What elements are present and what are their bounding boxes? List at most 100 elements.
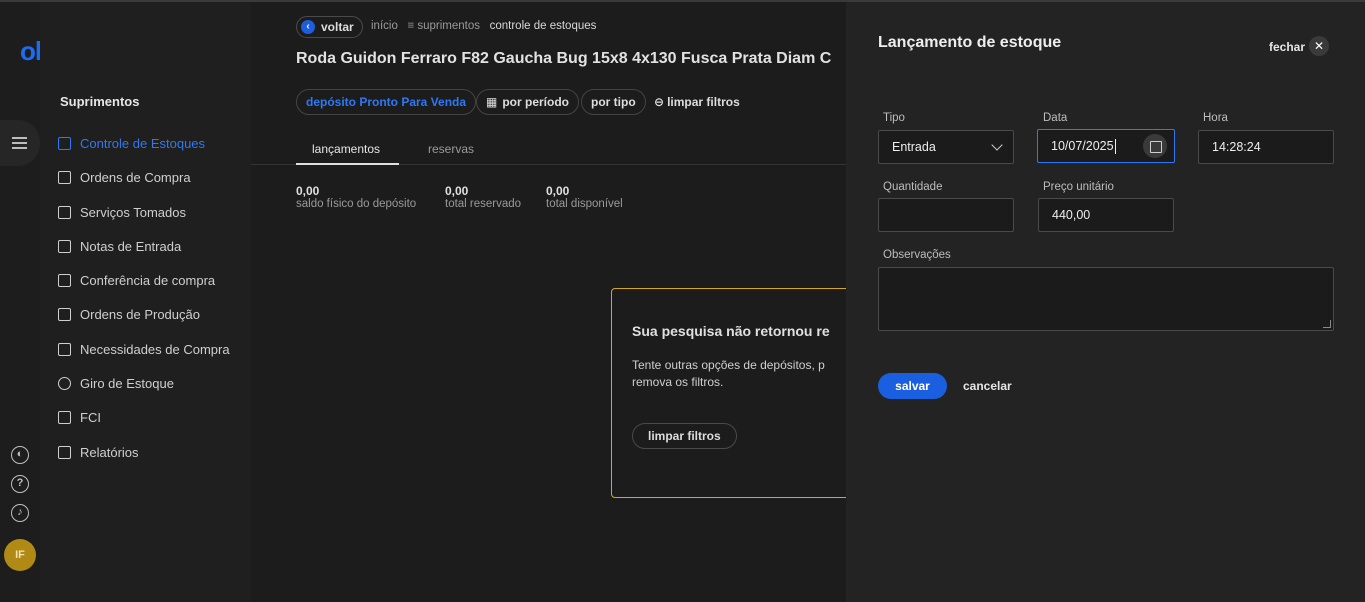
deposit-filter-chip[interactable]: depósito Pronto Para Venda	[296, 89, 477, 115]
notifications-bell-icon[interactable]: ♪	[11, 504, 29, 522]
refresh-icon	[58, 376, 71, 390]
type-filter-chip[interactable]: por tipo	[581, 89, 646, 115]
close-icon[interactable]: ✕	[1309, 36, 1329, 56]
tipo-value: Entrada	[892, 140, 936, 154]
stat-saldo-fisico: 0,00 saldo físico do depósito	[296, 184, 416, 210]
calendar-icon[interactable]	[1143, 134, 1167, 158]
stat-label: total disponível	[546, 198, 623, 210]
sidebar-item-label: Giro de Estoque	[80, 375, 174, 391]
sidebar-item-label: FCI	[80, 409, 101, 425]
preco-unitario-value: 440,00	[1052, 208, 1091, 222]
sidebar-item-label: Relatórios	[80, 444, 139, 460]
hora-value: 14:28:24	[1212, 140, 1261, 154]
hamburger-icon	[12, 137, 27, 139]
menu-toggle-button[interactable]	[0, 120, 40, 166]
active-tab-indicator	[296, 163, 399, 165]
preco-unitario-input[interactable]: 440,00	[1038, 198, 1174, 232]
sidebar-item-label: Conferência de compra	[80, 272, 216, 288]
gift-icon	[58, 273, 71, 287]
grid-icon	[58, 136, 71, 150]
icon-rail: olist ◐ ? ♪ IF	[0, 2, 69, 602]
stat-value: 0,00	[546, 184, 570, 198]
sidebar-item-notas-de-entrada[interactable]: Notas de Entrada	[58, 236, 181, 256]
back-button[interactable]: ‹ voltar	[296, 16, 363, 38]
stat-label: saldo físico do depósito	[296, 198, 417, 210]
drawer-title: Lançamento de estoque	[878, 34, 1062, 51]
main-content: ‹ voltar início ≡ suprimentos controle d…	[251, 2, 846, 602]
document-icon	[58, 239, 71, 253]
clear-filters-link[interactable]: ⊖ limpar filtros	[645, 89, 749, 115]
stock-entry-drawer: Lançamento de estoque fechar ✕ Tipo Entr…	[846, 2, 1365, 602]
document-icon	[58, 205, 71, 219]
theme-contrast-icon[interactable]: ◐	[11, 446, 29, 464]
deposit-filter-label: depósito Pronto Para Venda	[306, 95, 467, 109]
tab-reservas[interactable]: reservas	[428, 142, 474, 156]
data-label: Data	[1043, 112, 1068, 124]
back-label: voltar	[321, 20, 354, 34]
sidebar-item-controle-de-estoques[interactable]: Controle de Estoques	[58, 133, 205, 153]
save-button[interactable]: salvar	[878, 373, 947, 399]
empty-state-clear-filters-button[interactable]: limpar filtros	[632, 423, 737, 449]
sidebar-item-label: Controle de Estoques	[80, 135, 206, 151]
sidebar: Suprimentos Controle de Estoques Ordens …	[40, 2, 251, 602]
sidebar-item-label: Serviços Tomados	[80, 204, 186, 220]
sidebar-item-fci[interactable]: FCI	[58, 407, 101, 427]
close-label[interactable]: fechar	[1269, 40, 1305, 54]
inbox-icon	[58, 410, 71, 424]
minus-circle-icon: ⊖	[654, 95, 665, 109]
sidebar-item-giro-de-estoque[interactable]: Giro de Estoque	[58, 373, 174, 393]
tab-lancamentos[interactable]: lançamentos	[312, 142, 380, 156]
plug-icon	[58, 307, 71, 321]
hora-input[interactable]: 14:28:24	[1198, 130, 1334, 164]
text-caret	[1114, 138, 1116, 154]
observacoes-label: Observações	[883, 249, 951, 261]
inbox-icon	[58, 170, 71, 184]
chevron-down-icon	[991, 139, 1003, 151]
sidebar-item-label: Ordens de Compra	[80, 169, 191, 185]
data-value: 10/07/2025	[1051, 139, 1114, 153]
empty-state-card: Sua pesquisa não retornou re Tente outra…	[611, 288, 846, 498]
sidebar-item-servicos-tomados[interactable]: Serviços Tomados	[58, 202, 186, 222]
period-filter-label: por período	[502, 95, 570, 109]
clipboard-icon	[58, 342, 71, 356]
sidebar-item-ordens-de-producao[interactable]: Ordens de Produção	[58, 304, 200, 324]
cancel-button[interactable]: cancelar	[963, 379, 1012, 393]
breadcrumb-separator-icon: ≡	[407, 20, 415, 32]
report-icon	[58, 445, 71, 459]
hora-label: Hora	[1203, 112, 1228, 124]
hamburger-icon-bar	[12, 142, 27, 144]
stat-value: 0,00	[445, 184, 469, 198]
breadcrumb-current: controle de estoques	[489, 20, 597, 32]
empty-state-text: Tente outras opções de depósitos, p remo…	[632, 357, 825, 391]
breadcrumb: início ≡ suprimentos controle de estoque…	[371, 20, 596, 32]
sidebar-item-relatorios[interactable]: Relatórios	[58, 442, 139, 462]
quantidade-input[interactable]	[878, 198, 1014, 232]
empty-state-line-1: Tente outras opções de depósitos, p	[632, 358, 825, 372]
page-title: Roda Guidon Ferraro F82 Gaucha Bug 15x8 …	[296, 50, 832, 67]
period-filter-chip[interactable]: ▦ por período	[476, 89, 580, 115]
sidebar-item-ordens-de-compra[interactable]: Ordens de Compra	[58, 167, 191, 187]
tipo-select[interactable]: Entrada	[878, 130, 1014, 164]
tipo-label: Tipo	[883, 112, 905, 124]
help-icon[interactable]: ?	[11, 475, 29, 493]
type-filter-label: por tipo	[591, 95, 636, 109]
calendar-icon: ▦	[486, 95, 498, 109]
empty-state-line-2: remova os filtros.	[632, 375, 724, 389]
quantidade-label: Quantidade	[883, 181, 943, 193]
breadcrumb-home[interactable]: início	[371, 20, 398, 32]
stat-total-reservado: 0,00 total reservado	[445, 184, 521, 210]
user-avatar[interactable]: IF	[4, 539, 36, 571]
sidebar-item-conferencia-de-compra[interactable]: Conferência de compra	[58, 270, 215, 290]
preco-unitario-label: Preço unitário	[1043, 181, 1114, 193]
stat-label: total reservado	[445, 198, 522, 210]
stat-total-disponivel: 0,00 total disponível	[546, 184, 623, 210]
sidebar-title: Suprimentos	[60, 94, 140, 109]
hamburger-icon-bar	[12, 147, 27, 149]
observacoes-textarea[interactable]	[878, 267, 1334, 331]
stat-value: 0,00	[296, 184, 320, 198]
sidebar-item-necessidades-de-compra[interactable]: Necessidades de Compra	[58, 339, 230, 359]
data-input[interactable]: 10/07/2025	[1037, 129, 1175, 163]
resize-handle-icon[interactable]	[1323, 320, 1331, 328]
breadcrumb-section[interactable]: suprimentos	[417, 20, 480, 32]
sidebar-item-label: Notas de Entrada	[80, 238, 182, 254]
